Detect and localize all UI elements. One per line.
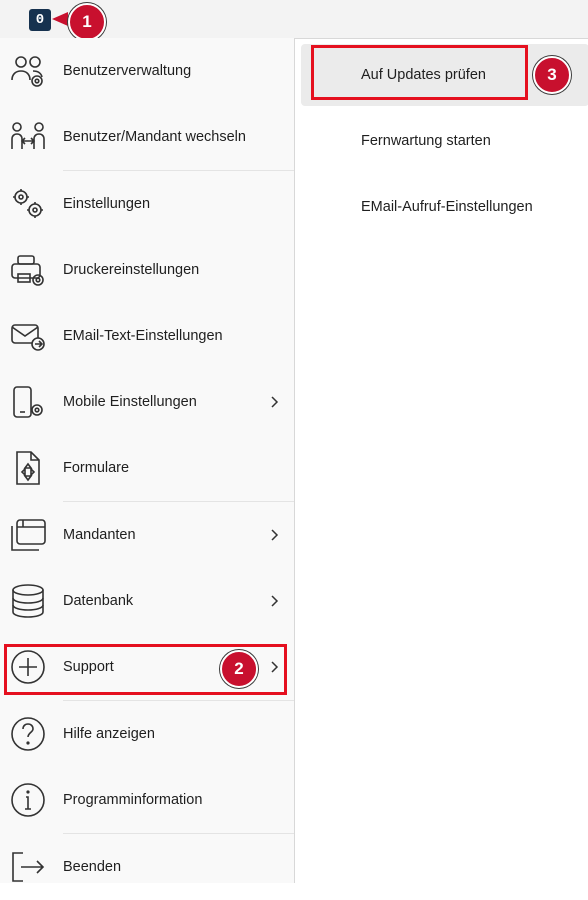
submenu-item-label: Fernwartung starten (361, 133, 491, 149)
updates-highlight-box (311, 45, 528, 100)
menu-item-label: Benutzerverwaltung (63, 63, 192, 79)
chevron-right-icon (271, 396, 279, 408)
printer-gear-icon (11, 255, 44, 286)
menu-item-label: Beenden (63, 859, 122, 875)
exit-arrow-icon (12, 852, 45, 882)
annotation-badge-3: 3 (533, 56, 571, 94)
info-circle-icon (11, 783, 45, 817)
gears-icon (13, 189, 43, 218)
menu-item-mobile-einstellungen[interactable]: Mobile Einstellungen (0, 369, 294, 435)
menu-item-beenden[interactable]: Beenden (0, 834, 294, 900)
menu-item-druckereinstellungen[interactable]: Druckereinstellungen (0, 237, 294, 303)
chevron-right-icon (271, 529, 279, 541)
menu-item-label: Druckereinstellungen (63, 262, 200, 278)
menu-item-email-text-einstellungen[interactable]: EMail-Text-Einstellungen (0, 303, 294, 369)
database-icon (12, 584, 44, 618)
chevron-right-icon (271, 595, 279, 607)
menu-item-benutzerverwaltung[interactable]: Benutzerverwaltung (0, 38, 294, 104)
switch-user-icon (11, 122, 45, 149)
menu-item-formulare[interactable]: Formulare (0, 435, 294, 501)
menu-item-hilfe-anzeigen[interactable]: Hilfe anzeigen (0, 701, 294, 767)
menu-item-mandanten[interactable]: Mandanten (0, 502, 294, 568)
mobile-gear-icon (13, 386, 43, 418)
question-circle-icon (11, 717, 45, 751)
menu-item-label: Mobile Einstellungen (63, 394, 197, 410)
menu-item-label: Hilfe anzeigen (63, 726, 155, 742)
annotation-badge-1: 1 (68, 3, 106, 41)
submenu-item-label: EMail-Aufruf-Einstellungen (361, 199, 533, 215)
menu-item-label: Einstellungen (63, 196, 151, 212)
menu-item-einstellungen[interactable]: Einstellungen (0, 171, 294, 237)
top-bar: 0 1 (0, 0, 588, 41)
windows-stack-icon (11, 519, 46, 551)
menu-item-programminformation[interactable]: Programminformation (0, 767, 294, 833)
menu-item-datenbank[interactable]: Datenbank (0, 568, 294, 634)
main-menu: Benutzerverwaltung Benutzer/Mandant wech… (0, 38, 294, 883)
submenu-item-email-aufruf-einstellungen[interactable]: EMail-Aufruf-Einstellungen (301, 176, 588, 238)
form-document-icon (16, 451, 40, 485)
menu-item-label: Datenbank (63, 593, 134, 609)
app-menu-button[interactable]: 0 (29, 9, 51, 31)
submenu-item-fernwartung-starten[interactable]: Fernwartung starten (301, 110, 588, 172)
mail-arrow-icon (11, 324, 45, 351)
menu-item-label: Programminformation (63, 792, 203, 808)
menu-item-benutzer-mandant-wechseln[interactable]: Benutzer/Mandant wechseln (0, 104, 294, 170)
users-gear-icon (11, 56, 43, 87)
menu-item-label: Mandanten (63, 527, 136, 543)
menu-item-label: EMail-Text-Einstellungen (63, 328, 223, 344)
annotation-badge-2: 2 (220, 650, 258, 688)
menu-item-label: Benutzer/Mandant wechseln (63, 129, 246, 145)
menu-item-label: Formulare (63, 460, 130, 476)
support-submenu: Auf Updates prüfen Fernwartung starten E… (294, 38, 588, 883)
